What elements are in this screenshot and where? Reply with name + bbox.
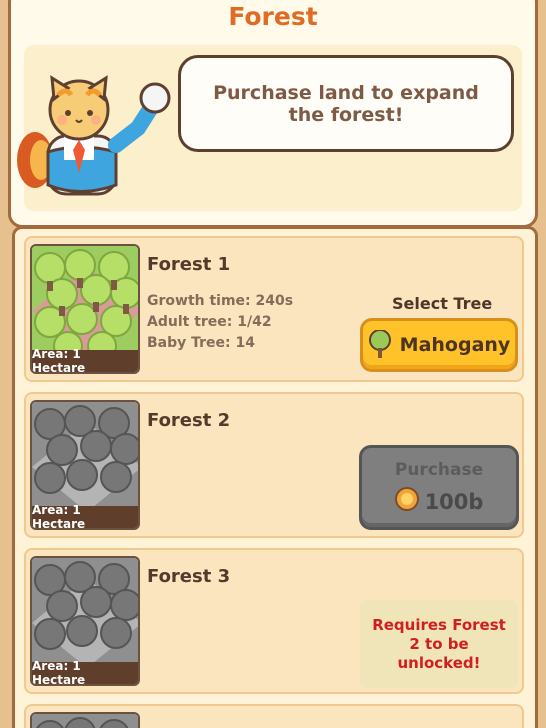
unlock-requirement: Requires Forest 2 to be unlocked! [360,600,518,688]
area-label: Area: 1 Hectare [32,347,138,372]
forest-1-thumbnail: Area: 1 Hectare [30,244,140,374]
tree-name: Mahogany [399,334,511,356]
forest-3-thumbnail: Area: 1 Hectare [30,556,140,686]
purchase-button[interactable]: Purchase 100b [359,445,519,530]
purchase-price: 100b [362,487,516,516]
forest-title: Forest 3 [147,566,231,587]
page-title: Forest [228,2,318,31]
forest-4-locked-trees-image [32,714,138,728]
forest-title: Forest 1 [147,254,231,275]
forest-title: Forest 2 [147,410,231,431]
forest-card-1: Area: 1 Hectare Forest 1 Growth time: 24… [24,236,524,382]
cat-mascot-image [17,75,171,196]
forest-4-thumbnail [30,712,140,728]
baby-tree-count: Baby Tree: 14 [147,335,256,351]
forest-card-4-partial [24,704,524,728]
purchase-label: Purchase [394,460,484,480]
speech-bubble: Purchase land to expand the forest! [178,55,514,152]
growth-time: Growth time: 240s [147,293,294,309]
adult-tree-count: Adult tree: 1/42 [147,314,272,330]
area-label: Area: 1 Hectare [32,503,138,528]
forest-2-thumbnail: Area: 1 Hectare [30,400,140,530]
select-tree-button[interactable]: Mahogany [360,318,518,372]
select-tree-label: Select Tree [392,294,493,313]
forest-card-3: Area: 1 Hectare Forest 3 Requires Forest… [24,548,524,694]
tree-icon [368,330,391,358]
coin-icon [394,487,419,516]
forest-card-2: Area: 1 Hectare Forest 2 Purchase 100b [24,392,524,538]
app-frame: Forest Purchase land to expand the fores… [0,0,546,728]
price-value: 100b [424,489,484,514]
area-label: Area: 1 Hectare [32,659,138,684]
